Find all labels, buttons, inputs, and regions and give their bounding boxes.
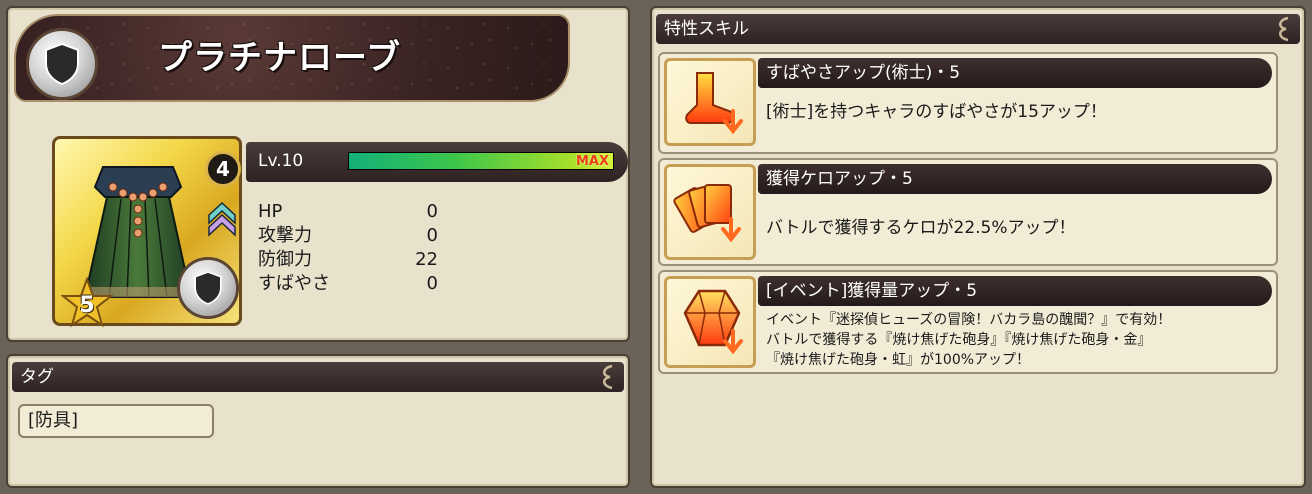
- tag-chip[interactable]: [防具]: [18, 404, 214, 438]
- skill-description-line: バトルで獲得する『焼け焦げた砲身』『焼け焦げた砲身・金』: [766, 332, 1152, 348]
- skill-name: すばやさアップ(術士)・5: [758, 58, 1272, 88]
- skill-name: [イベント]獲得量アップ・5: [758, 276, 1272, 306]
- item-card: 4 5: [52, 136, 242, 328]
- stat-value: 0: [426, 201, 438, 222]
- skill-description-line: [術士]を持つキャラのすばやさが15アップ！: [766, 102, 1107, 122]
- armor-type-icon: [177, 257, 239, 319]
- tag-header-label: タグ: [20, 367, 54, 387]
- stat-value: 22: [415, 249, 438, 270]
- stat-label: 防御力: [258, 249, 312, 270]
- skill-card[interactable]: すばやさアップ(術士)・5 [術士]を持つキャラのすばやさが15アップ！: [658, 52, 1278, 154]
- skill-card[interactable]: 獲得ケロアップ・5 バトルで獲得するケロが22.5%アップ！: [658, 158, 1278, 266]
- stats-list: HP 0 攻撃力 0 防御力 22 すばやさ 0: [258, 200, 438, 296]
- scroll-curl-icon: [1279, 16, 1289, 42]
- skill-description-line: 『焼け焦げた砲身・虹』が100%アップ！: [766, 352, 1031, 368]
- scroll-curl-icon: [603, 364, 613, 390]
- level-progress-fill: [349, 153, 613, 169]
- skills-panel: 特性スキル すばやさアップ(術士)・5 [術士]を持つキャラのすばやさが15アッ…: [650, 6, 1306, 488]
- stat-label: すばやさ: [258, 273, 330, 294]
- level-row: Lv.10 MAX: [246, 142, 628, 182]
- stat-value: 0: [426, 273, 438, 294]
- stat-row: HP 0: [258, 200, 438, 224]
- stat-label: 攻撃力: [258, 225, 312, 246]
- stat-row: 攻撃力 0: [258, 224, 438, 248]
- level-progress-bar: MAX: [348, 152, 614, 170]
- skills-header: 特性スキル: [656, 14, 1300, 44]
- skill-description: バトルで獲得するケロが22.5%アップ！: [766, 214, 1268, 242]
- skills-header-label: 特性スキル: [664, 19, 749, 39]
- skill-description: [術士]を持つキャラのすばやさが15アップ！: [766, 98, 1268, 126]
- rarity-value: 5: [79, 292, 95, 318]
- armor-shield-icon: [26, 28, 98, 100]
- stat-value: 0: [426, 225, 438, 246]
- skill-description: イベント『迷探偵ヒューズの冒険！バカラ島の醜聞？』で有効！ バトルで獲得する『焼…: [766, 310, 1268, 370]
- stat-label: HP: [258, 201, 283, 222]
- item-detail-panel: プラチナローブ 4 5 Lv.10 MAX HP 0 攻撃力 0 防御力 22 …: [6, 6, 630, 342]
- limit-break-badge: 4: [205, 151, 241, 187]
- item-name: プラチナローブ: [158, 38, 401, 78]
- cards-icon: [664, 164, 756, 260]
- boot-icon: [664, 58, 756, 146]
- level-label: Lv.10: [258, 151, 304, 171]
- skill-description-line: イベント『迷探偵ヒューズの冒険！バカラ島の醜聞？』で有効！: [766, 312, 1172, 328]
- skill-card[interactable]: [イベント]獲得量アップ・5 イベント『迷探偵ヒューズの冒険！バカラ島の醜聞？』…: [658, 270, 1278, 374]
- stat-row: 防御力 22: [258, 248, 438, 272]
- gem-icon: [664, 276, 756, 368]
- skill-name: 獲得ケロアップ・5: [758, 164, 1272, 194]
- skill-description-line: バトルで獲得するケロが22.5%アップ！: [766, 218, 1076, 238]
- stat-row: すばやさ 0: [258, 272, 438, 296]
- tag-header: タグ: [12, 362, 624, 392]
- tag-panel: タグ [防具]: [6, 354, 630, 488]
- level-max-label: MAX: [575, 154, 609, 169]
- rank-chevron-icon: [208, 201, 236, 237]
